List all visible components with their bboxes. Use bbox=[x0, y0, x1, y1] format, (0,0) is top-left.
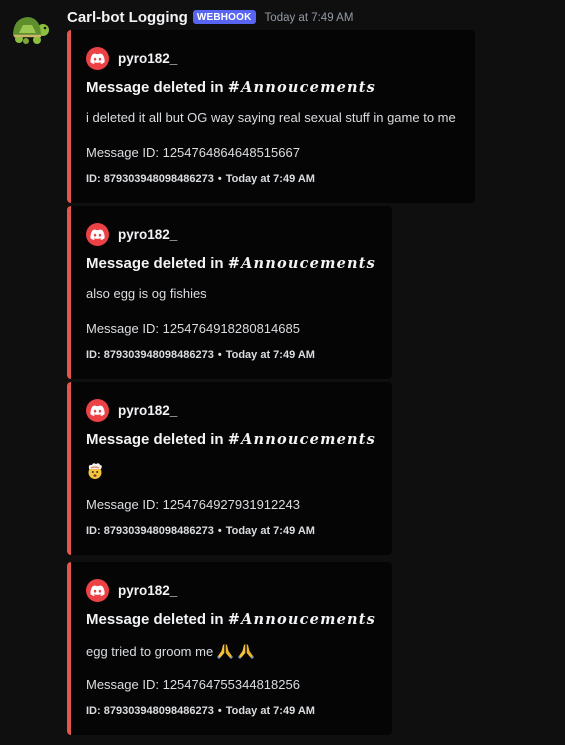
embed-author-name[interactable]: pyro182_ bbox=[118, 227, 177, 242]
channel-name[interactable]: #𝑨𝒏𝒏𝒐𝒖𝒄𝒆𝒎𝒆𝒏𝒕𝒔 bbox=[228, 611, 376, 628]
embed-footer: ID: 879303948098486273 • Today at 7:49 AM bbox=[86, 349, 315, 361]
embed-author-name[interactable]: pyro182_ bbox=[118, 403, 177, 418]
embed-author: pyro182_ bbox=[86, 399, 177, 422]
embed-author-name[interactable]: pyro182_ bbox=[118, 583, 177, 598]
folded-hands-emoji[interactable] bbox=[237, 642, 255, 660]
folded-hands-emoji[interactable] bbox=[216, 642, 234, 660]
message-header: Carl-bot Logging WEBHOOK Today at 7:49 A… bbox=[67, 9, 353, 26]
discord-icon bbox=[86, 47, 109, 70]
webhook-badge: WEBHOOK bbox=[192, 9, 256, 24]
embed-author-name[interactable]: pyro182_ bbox=[118, 51, 177, 66]
message-id-field: Message ID: 1254764927931912243 bbox=[86, 497, 300, 512]
embed-title: Message deleted in #𝑨𝒏𝒏𝒐𝒖𝒄𝒆𝒎𝒆𝒏𝒕𝒔 bbox=[86, 431, 377, 448]
embed-description bbox=[86, 462, 104, 480]
embed-author: pyro182_ bbox=[86, 223, 177, 246]
embed-card: pyro182_ Message deleted in #𝑨𝒏𝒏𝒐𝒖𝒄𝒆𝒎𝒆𝒏𝒕… bbox=[67, 30, 475, 203]
embed-title: Message deleted in #𝑨𝒏𝒏𝒐𝒖𝒄𝒆𝒎𝒆𝒏𝒕𝒔 bbox=[86, 79, 377, 96]
channel-name[interactable]: #𝑨𝒏𝒏𝒐𝒖𝒄𝒆𝒎𝒆𝒏𝒕𝒔 bbox=[228, 431, 376, 448]
embed-title: Message deleted in #𝑨𝒏𝒏𝒐𝒖𝒄𝒆𝒎𝒆𝒏𝒕𝒔 bbox=[86, 255, 377, 272]
embed-author: pyro182_ bbox=[86, 47, 177, 70]
embed-author: pyro182_ bbox=[86, 579, 177, 602]
embed-footer: ID: 879303948098486273 • Today at 7:49 AM bbox=[86, 525, 315, 537]
embed-description: egg tried to groom me bbox=[86, 642, 255, 660]
turtle-avatar-icon[interactable] bbox=[10, 12, 50, 46]
embed-card: pyro182_ Message deleted in #𝑨𝒏𝒏𝒐𝒖𝒄𝒆𝒎𝒆𝒏𝒕… bbox=[67, 206, 392, 379]
exploding-head-emoji[interactable] bbox=[86, 462, 104, 480]
message-group: Carl-bot Logging WEBHOOK Today at 7:49 A… bbox=[0, 0, 565, 745]
message-id-field: Message ID: 1254764918280814685 bbox=[86, 321, 300, 336]
embed-footer: ID: 879303948098486273 • Today at 7:49 AM bbox=[86, 705, 315, 717]
embed-footer: ID: 879303948098486273 • Today at 7:49 AM bbox=[86, 173, 315, 185]
channel-name[interactable]: #𝑨𝒏𝒏𝒐𝒖𝒄𝒆𝒎𝒆𝒏𝒕𝒔 bbox=[228, 255, 376, 272]
message-id-field: Message ID: 1254764755344818256 bbox=[86, 677, 300, 692]
embed-description: i deleted it all but OG way saying real … bbox=[86, 110, 456, 125]
discord-icon bbox=[86, 399, 109, 422]
message-timestamp[interactable]: Today at 7:49 AM bbox=[265, 12, 354, 24]
embed-card: pyro182_ Message deleted in #𝑨𝒏𝒏𝒐𝒖𝒄𝒆𝒎𝒆𝒏𝒕… bbox=[67, 562, 392, 735]
author-name[interactable]: Carl-bot Logging bbox=[67, 9, 188, 26]
discord-icon bbox=[86, 579, 109, 602]
channel-name[interactable]: #𝑨𝒏𝒏𝒐𝒖𝒄𝒆𝒎𝒆𝒏𝒕𝒔 bbox=[228, 79, 376, 96]
embed-title: Message deleted in #𝑨𝒏𝒏𝒐𝒖𝒄𝒆𝒎𝒆𝒏𝒕𝒔 bbox=[86, 611, 377, 628]
message-id-field: Message ID: 1254764864648515667 bbox=[86, 145, 300, 160]
embed-description: also egg is og fishies bbox=[86, 286, 207, 301]
embed-card: pyro182_ Message deleted in #𝑨𝒏𝒏𝒐𝒖𝒄𝒆𝒎𝒆𝒏𝒕… bbox=[67, 382, 392, 555]
discord-icon bbox=[86, 223, 109, 246]
